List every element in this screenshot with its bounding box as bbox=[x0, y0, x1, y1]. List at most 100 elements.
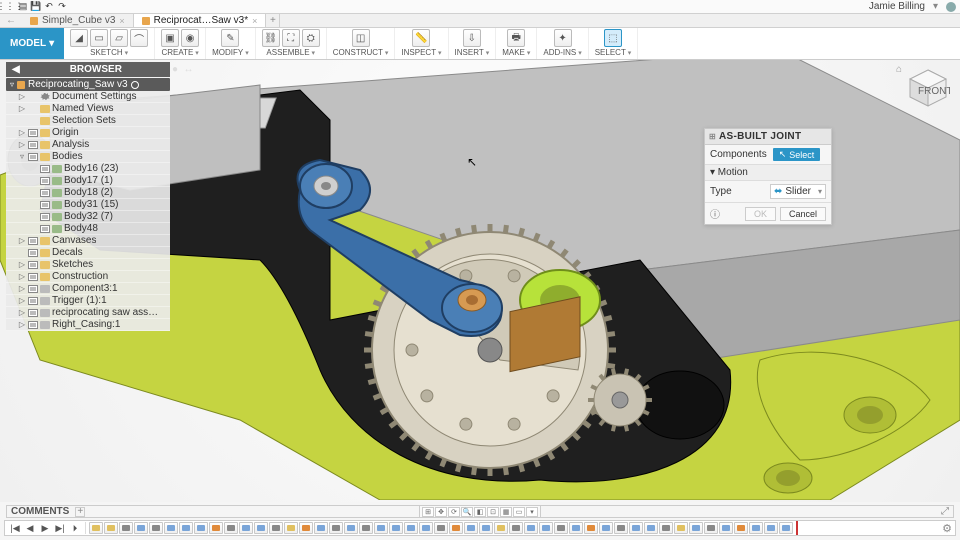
timeline-feature[interactable] bbox=[704, 522, 718, 534]
ribbon-tool-icon[interactable]: ◢ bbox=[70, 29, 88, 47]
timeline-control-button[interactable]: ▶| bbox=[53, 522, 67, 534]
motion-section-header[interactable]: ▾ Motion bbox=[705, 164, 831, 181]
browser-node[interactable]: ▷Sketches bbox=[6, 259, 170, 271]
visibility-toggle[interactable] bbox=[40, 177, 50, 185]
timeline-feature[interactable] bbox=[644, 522, 658, 534]
visibility-toggle[interactable] bbox=[28, 321, 38, 329]
timeline-feature[interactable] bbox=[359, 522, 373, 534]
ribbon-tool-icon[interactable]: ⛭ bbox=[302, 29, 320, 47]
visibility-toggle[interactable] bbox=[28, 237, 38, 245]
timeline-feature[interactable] bbox=[89, 522, 103, 534]
timeline-feature[interactable] bbox=[194, 522, 208, 534]
timeline-feature[interactable] bbox=[779, 522, 793, 534]
ribbon-group-label[interactable]: CREATE bbox=[161, 48, 198, 57]
view-cube[interactable]: FRONT bbox=[906, 66, 950, 110]
timeline-feature[interactable] bbox=[434, 522, 448, 534]
timeline-feature[interactable] bbox=[254, 522, 268, 534]
timeline-feature[interactable] bbox=[389, 522, 403, 534]
browser-node[interactable]: ▷Canvases bbox=[6, 235, 170, 247]
timeline-feature[interactable] bbox=[614, 522, 628, 534]
browser-node[interactable]: ▿Bodies bbox=[6, 151, 170, 163]
ribbon-group-label[interactable]: CONSTRUCT bbox=[333, 48, 389, 57]
browser-node[interactable]: ▷reciprocating saw assembly gut... bbox=[6, 307, 170, 319]
ribbon-tool-icon[interactable]: 📏 bbox=[412, 29, 430, 47]
apps-grid-icon[interactable]: ⋮⋮⋮ bbox=[4, 1, 16, 13]
timeline-feature[interactable] bbox=[149, 522, 163, 534]
browser-node[interactable]: ▷Document Settings bbox=[6, 91, 170, 103]
timeline-control-button[interactable]: |◀ bbox=[8, 522, 22, 534]
visibility-toggle[interactable] bbox=[40, 189, 50, 197]
viewport-tool-icon[interactable]: ▦ bbox=[500, 507, 512, 517]
timeline-feature[interactable] bbox=[674, 522, 688, 534]
timeline-feature[interactable] bbox=[314, 522, 328, 534]
timeline-feature[interactable] bbox=[239, 522, 253, 534]
ribbon-tool-icon[interactable]: ▣ bbox=[161, 29, 179, 47]
visibility-toggle[interactable] bbox=[28, 297, 38, 305]
viewport-tool-icon[interactable]: ⊞ bbox=[422, 507, 434, 517]
timeline-feature[interactable] bbox=[479, 522, 493, 534]
ribbon-tool-icon[interactable]: ⛓ bbox=[262, 29, 280, 47]
viewport-tool-icon[interactable]: 🔍 bbox=[461, 507, 473, 517]
timeline-feature[interactable] bbox=[269, 522, 283, 534]
workspace-switcher[interactable]: MODEL▾ bbox=[0, 28, 64, 59]
timeline-feature[interactable] bbox=[509, 522, 523, 534]
timeline-feature[interactable] bbox=[689, 522, 703, 534]
visibility-toggle[interactable] bbox=[28, 249, 38, 257]
timeline-feature[interactable] bbox=[629, 522, 643, 534]
timeline-feature[interactable] bbox=[344, 522, 358, 534]
timeline-control-button[interactable]: ▶ bbox=[38, 522, 52, 534]
ribbon-tool-icon[interactable]: ✦ bbox=[554, 29, 572, 47]
timeline-feature[interactable] bbox=[599, 522, 613, 534]
visibility-toggle[interactable] bbox=[28, 129, 38, 137]
visibility-toggle[interactable] bbox=[28, 273, 38, 281]
browser-node[interactable]: ▷Component3:1 bbox=[6, 283, 170, 295]
timeline-feature[interactable] bbox=[179, 522, 193, 534]
timeline-feature[interactable] bbox=[134, 522, 148, 534]
timeline-feature[interactable] bbox=[404, 522, 418, 534]
timeline-feature[interactable] bbox=[584, 522, 598, 534]
viewport-tool-icon[interactable]: ✥ bbox=[435, 507, 447, 517]
timeline-feature[interactable] bbox=[119, 522, 133, 534]
timeline-feature[interactable] bbox=[224, 522, 238, 534]
timeline-settings-icon[interactable]: ⚙ bbox=[942, 522, 952, 535]
browser-root[interactable]: ▿Reciprocating_Saw v3 bbox=[6, 78, 170, 91]
nav-back-button[interactable]: ← bbox=[0, 14, 22, 27]
browser-node[interactable]: ▷Construction bbox=[6, 271, 170, 283]
visibility-toggle[interactable] bbox=[28, 141, 38, 149]
visibility-toggle[interactable] bbox=[28, 261, 38, 269]
home-view-icon[interactable]: ⌂ bbox=[896, 64, 902, 75]
info-icon[interactable]: ⓘ bbox=[710, 206, 720, 221]
file-icon[interactable]: ▤ bbox=[17, 1, 29, 13]
timeline-feature[interactable] bbox=[104, 522, 118, 534]
ribbon-tool-icon[interactable]: ⇩ bbox=[463, 29, 481, 47]
browser-node[interactable]: ▷Trigger (1):1 bbox=[6, 295, 170, 307]
browser-node[interactable]: Body48 bbox=[6, 223, 170, 235]
cancel-button[interactable]: Cancel bbox=[780, 207, 826, 221]
tab-reciprocating-saw[interactable]: Reciprocat…Saw v3* × bbox=[134, 14, 267, 27]
close-icon[interactable]: × bbox=[252, 16, 257, 26]
visibility-toggle[interactable] bbox=[40, 201, 50, 209]
visibility-toggle[interactable] bbox=[28, 309, 38, 317]
timeline-feature[interactable] bbox=[764, 522, 778, 534]
help-icon[interactable] bbox=[946, 2, 956, 12]
browser-node[interactable]: Body16 (23) bbox=[6, 163, 170, 175]
viewport-tool-icon[interactable]: ⟳ bbox=[448, 507, 460, 517]
timeline-feature[interactable] bbox=[164, 522, 178, 534]
ribbon-tool-icon[interactable]: ⛶ bbox=[282, 29, 300, 47]
timeline-feature[interactable] bbox=[209, 522, 223, 534]
close-icon[interactable]: × bbox=[119, 16, 124, 26]
browser-node[interactable]: Decals bbox=[6, 247, 170, 259]
timeline-feature[interactable] bbox=[299, 522, 313, 534]
timeline-feature[interactable] bbox=[449, 522, 463, 534]
timeline-control-button[interactable]: ⏵ bbox=[68, 522, 82, 534]
timeline-feature[interactable] bbox=[524, 522, 538, 534]
tab-simple-cube[interactable]: Simple_Cube v3 × bbox=[22, 14, 134, 27]
ribbon-group-label[interactable]: ADD-INS bbox=[543, 48, 581, 57]
viewport-tool-icon[interactable]: ⊡ bbox=[487, 507, 499, 517]
joint-type-select[interactable]: ⬌Slider bbox=[770, 184, 826, 199]
ribbon-tool-icon[interactable]: ⬚ bbox=[604, 29, 622, 47]
browser-node[interactable]: Body18 (2) bbox=[6, 187, 170, 199]
add-comment-button[interactable]: + bbox=[75, 507, 85, 517]
ribbon-tool-icon[interactable]: ▭ bbox=[90, 29, 108, 47]
visibility-toggle[interactable] bbox=[40, 225, 50, 233]
